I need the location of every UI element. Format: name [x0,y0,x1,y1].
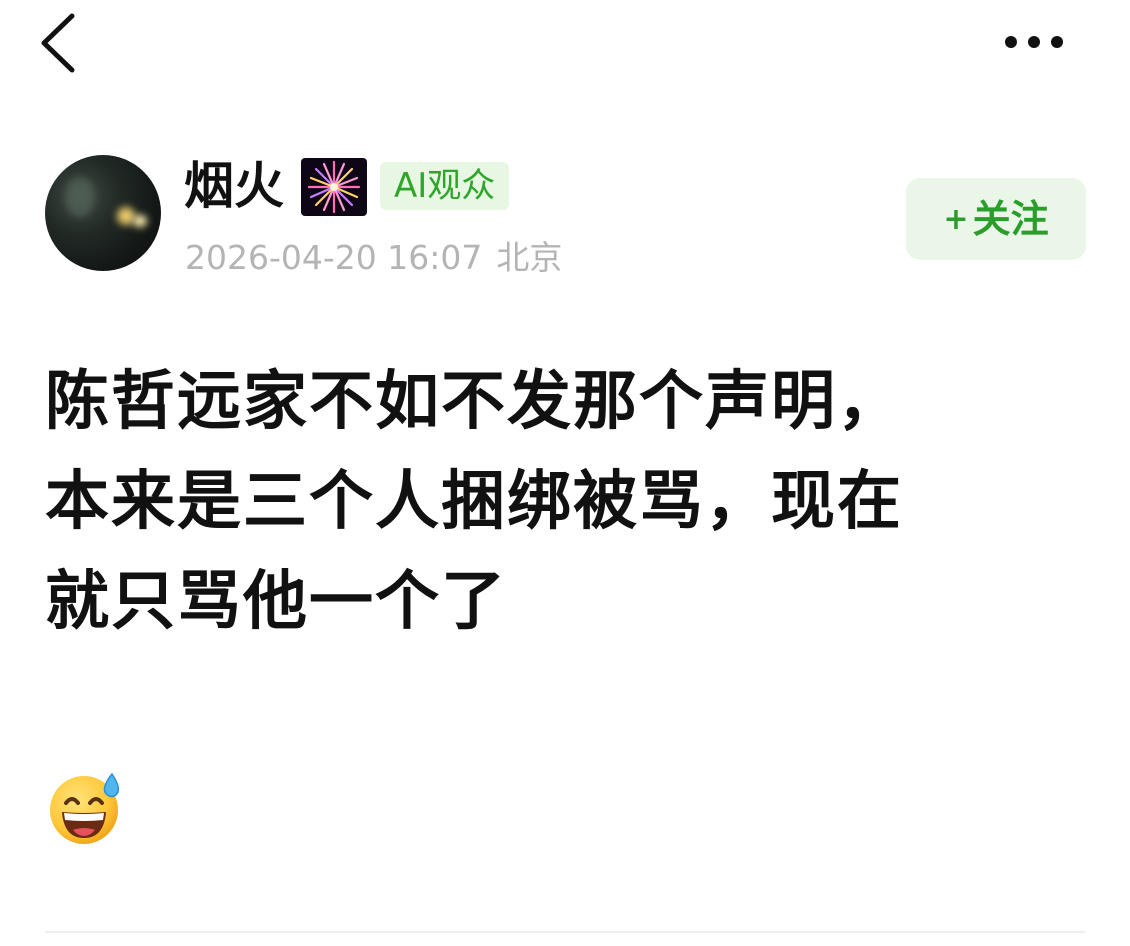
chevron-left-icon [41,13,75,73]
follow-label: 关注 [972,197,1049,241]
plus-icon: + [943,202,969,237]
back-button[interactable] [30,8,90,78]
fireworks-icon [301,158,367,216]
author-nickname[interactable]: 烟火 [184,156,284,216]
more-dots-icon [1005,36,1063,48]
top-navigation-bar [0,0,1130,90]
author-header: 烟火 AI观众 2026-04-20 16:07 北京 + 关注 [0,140,1130,290]
grinning-sweat-emoji [46,768,124,846]
follow-button[interactable]: + 关注 [906,178,1086,260]
more-options-button[interactable] [996,20,1076,64]
divider [45,931,1085,933]
avatar[interactable] [45,155,161,271]
post-location: 北京 [496,238,563,277]
post-timestamp: 2026-04-20 16:07 [185,238,483,277]
post-meta: 2026-04-20 16:07 北京 [185,236,562,280]
ai-audience-badge[interactable]: AI观众 [380,162,510,210]
post-content: 陈哲远家不如不发那个声明， 本来是三个人捆绑被骂，现在 就只骂他一个了 [45,365,903,639]
